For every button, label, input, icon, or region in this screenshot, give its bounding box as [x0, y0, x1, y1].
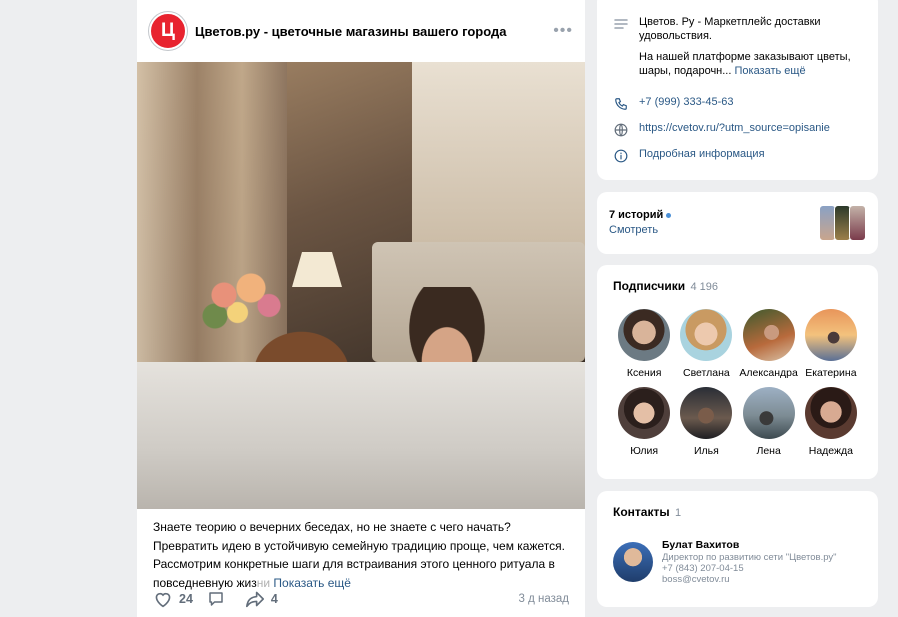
subscriber-name: Светлана [683, 367, 730, 379]
post-text-fade: ни [256, 575, 271, 590]
website-row: https://cvetov.ru/?utm_source=opisanie [613, 122, 862, 138]
subscribers-card: Подписчики 4 196 Ксения Светлана Алексан… [597, 265, 878, 479]
stories-count: 7 историй [609, 209, 664, 221]
avatar [742, 309, 795, 361]
contact-item[interactable]: Булат Вахитов Директор по развитию сети … [613, 539, 862, 585]
contact-details: Булат Вахитов Директор по развитию сети … [662, 539, 837, 585]
subscriber-item[interactable]: Юлия [613, 387, 675, 457]
share-icon [245, 591, 264, 608]
phone-icon [613, 96, 629, 112]
subscribers-title-label: Подписчики [613, 279, 686, 293]
details-row: Подробная информация [613, 148, 862, 164]
post-text-body: Знаете теорию о вечерних беседах, но не … [153, 520, 565, 590]
avatar [680, 387, 733, 439]
story-thumbnails[interactable] [819, 205, 866, 241]
website-link[interactable]: https://cvetov.ru/?utm_source=opisanie [639, 122, 830, 136]
like-button[interactable]: 24 [153, 590, 193, 608]
post-photo[interactable] [137, 62, 585, 509]
post-timestamp[interactable]: 3 д назад [519, 593, 570, 605]
avatar [804, 309, 857, 361]
contacts-title[interactable]: Контакты 1 [613, 505, 862, 519]
stories-watch-link[interactable]: Смотреть [609, 223, 671, 238]
photo-lamp [292, 252, 342, 287]
subscriber-name: Лена [756, 445, 781, 457]
avatar [742, 387, 795, 439]
comment-icon [209, 592, 223, 606]
phone-link[interactable]: +7 (999) 333-45-63 [639, 96, 733, 110]
subscriber-item[interactable]: Надежда [800, 387, 862, 457]
subscriber-item[interactable]: Александра [738, 309, 800, 379]
avatar [804, 387, 857, 439]
group-logo[interactable]: Ц [149, 12, 187, 50]
unread-dot-icon [666, 212, 672, 218]
stories-text: 7 историй Смотреть [609, 208, 672, 238]
description-show-more-link[interactable]: Показать ещё [734, 65, 805, 77]
subscriber-name: Надежда [808, 445, 853, 457]
post-show-more-link[interactable]: Показать ещё [273, 576, 351, 590]
post-card: Ц Цветов.ру - цветочные магазины вашего … [137, 0, 585, 617]
subscribers-count: 4 196 [690, 281, 719, 293]
info-icon [613, 148, 629, 164]
contact-email: boss@cvetov.ru [662, 574, 730, 585]
post-footer: 24 4 3 д назад [153, 589, 569, 609]
subscribers-title[interactable]: Подписчики 4 196 [613, 279, 862, 293]
subscriber-item[interactable]: Екатерина [800, 309, 862, 379]
group-name-link[interactable]: Цветов.ру - цветочные магазины вашего го… [195, 24, 553, 39]
avatar [680, 309, 733, 361]
heart-icon [155, 592, 171, 608]
subscriber-name: Юлия [630, 445, 659, 457]
subscribers-grid: Ксения Светлана Александра Екатерина Юли… [613, 309, 862, 457]
more-horizontal-icon[interactable]: ••• [553, 22, 573, 40]
group-info-card: Цветов. Ру - Маркетплейс доставки удовол… [597, 0, 878, 180]
story-thumb[interactable] [849, 205, 866, 241]
stories-card[interactable]: 7 историй Смотреть [597, 192, 878, 254]
subscriber-name: Илья [693, 445, 719, 457]
post-header: Ц Цветов.ру - цветочные магазины вашего … [137, 0, 585, 62]
avatar [618, 387, 671, 439]
description-icon [613, 16, 629, 32]
avatar [618, 309, 671, 361]
details-link[interactable]: Подробная информация [639, 148, 765, 162]
share-button[interactable]: 4 [245, 590, 278, 608]
avatar [613, 542, 653, 582]
subscriber-name: Ксения [626, 367, 662, 379]
share-count: 4 [270, 592, 278, 606]
photo-flowers [197, 267, 287, 337]
description-line-1: Цветов. Ру - Маркетплейс доставки удовол… [639, 16, 821, 42]
photo-bedding [137, 362, 585, 509]
group-description: Цветов. Ру - Маркетплейс доставки удовол… [613, 16, 862, 86]
phone-row: +7 (999) 333-45-63 [613, 96, 862, 112]
subscriber-item[interactable]: Илья [675, 387, 737, 457]
contacts-count: 1 [674, 507, 682, 519]
subscriber-item[interactable]: Светлана [675, 309, 737, 379]
like-count: 24 [179, 592, 193, 606]
comment-button[interactable] [207, 590, 231, 608]
contact-phone: +7 (843) 207-04-15 [662, 563, 744, 574]
contacts-title-label: Контакты [613, 505, 670, 519]
subscriber-name: Александра [739, 367, 798, 379]
subscriber-item[interactable]: Лена [738, 387, 800, 457]
contact-role: Директор по развитию сети "Цветов.ру" [662, 552, 837, 563]
post-text: Знаете теорию о вечерних беседах, но не … [137, 509, 585, 592]
photo-window [412, 62, 585, 262]
globe-icon [613, 122, 629, 138]
subscriber-name: Екатерина [805, 367, 857, 379]
contact-name: Булат Вахитов [662, 539, 740, 551]
contacts-card: Контакты 1 Булат Вахитов Директор по раз… [597, 491, 878, 607]
subscriber-item[interactable]: Ксения [613, 309, 675, 379]
